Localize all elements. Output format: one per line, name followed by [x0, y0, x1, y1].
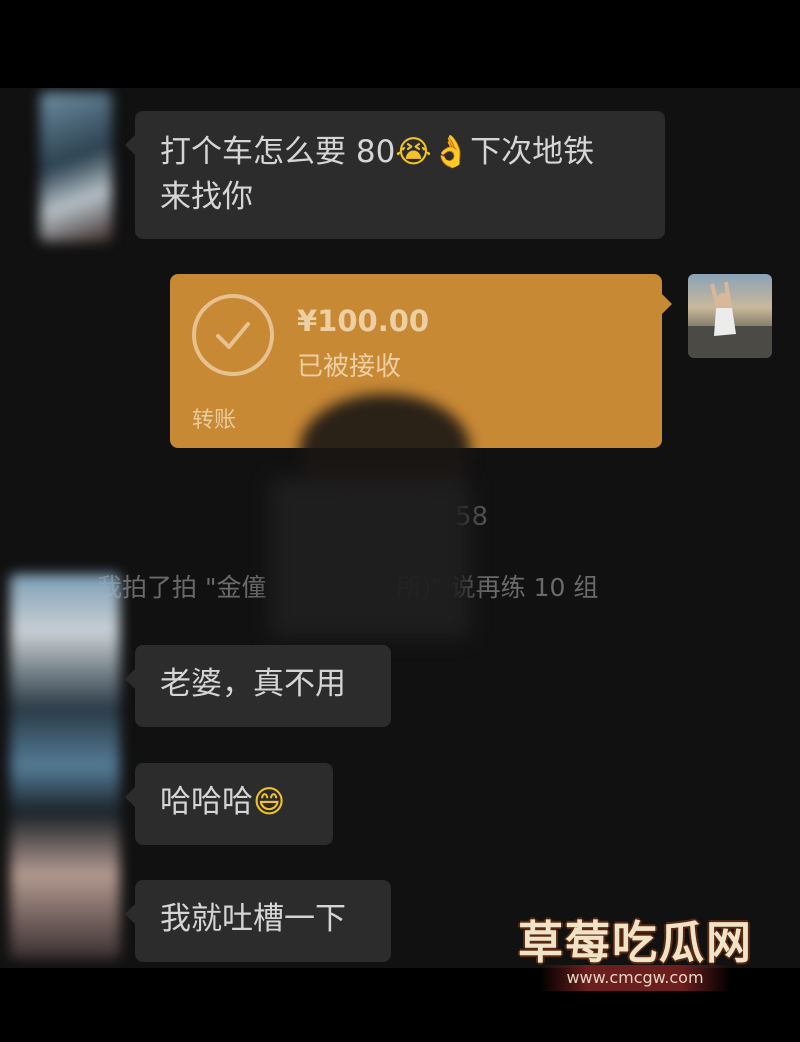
crying-face-emoji: 😭 — [395, 134, 432, 170]
contact-avatar[interactable] — [10, 574, 120, 959]
message-bubble-complain[interactable]: 我就吐槽一下 — [125, 880, 391, 962]
watermark-title: 草莓吃瓜网 — [518, 916, 754, 969]
grinning-face-emoji: 😄 — [253, 784, 286, 820]
message-text: 下次地铁 — [470, 134, 595, 170]
contact-avatar[interactable] — [40, 92, 112, 242]
check-circle-icon — [192, 294, 274, 376]
system-message-text: 我拍了拍 "金僮 — [97, 573, 267, 602]
ok-hand-emoji: 👌 — [431, 134, 471, 170]
person-photo-icon — [688, 281, 772, 358]
message-bubble-laugh[interactable]: 哈哈哈😄 — [125, 763, 333, 845]
message-line-1: 打个车怎么要 80😭👌下次地铁 — [160, 130, 640, 175]
watermark-url: www.cmcgw.com — [540, 965, 730, 991]
message-line-2: 来找你 — [160, 179, 253, 215]
transfer-card[interactable]: ¥100.00 已被接收 转账 — [170, 274, 672, 504]
self-avatar[interactable] — [688, 274, 772, 358]
redaction-blur — [270, 478, 470, 638]
transfer-label: 转账 — [192, 408, 237, 433]
message-text: 老婆，真不用 — [160, 666, 346, 702]
transfer-amount: ¥100.00 — [297, 304, 430, 338]
transfer-status: 已被接收 — [297, 352, 402, 382]
message-text: 我就吐槽一下 — [160, 901, 346, 937]
message-text: 哈哈哈 — [160, 784, 253, 820]
message-bubble-taxi[interactable]: 打个车怎么要 80😭👌下次地铁 来找你 — [125, 111, 665, 239]
message-text: 打个车怎么要 80 — [160, 134, 396, 170]
message-bubble-no-need[interactable]: 老婆，真不用 — [125, 645, 391, 727]
chat-screen: 打个车怎么要 80😭👌下次地铁 来找你 ¥100.00 已被接收 转账 58 我… — [0, 88, 800, 968]
